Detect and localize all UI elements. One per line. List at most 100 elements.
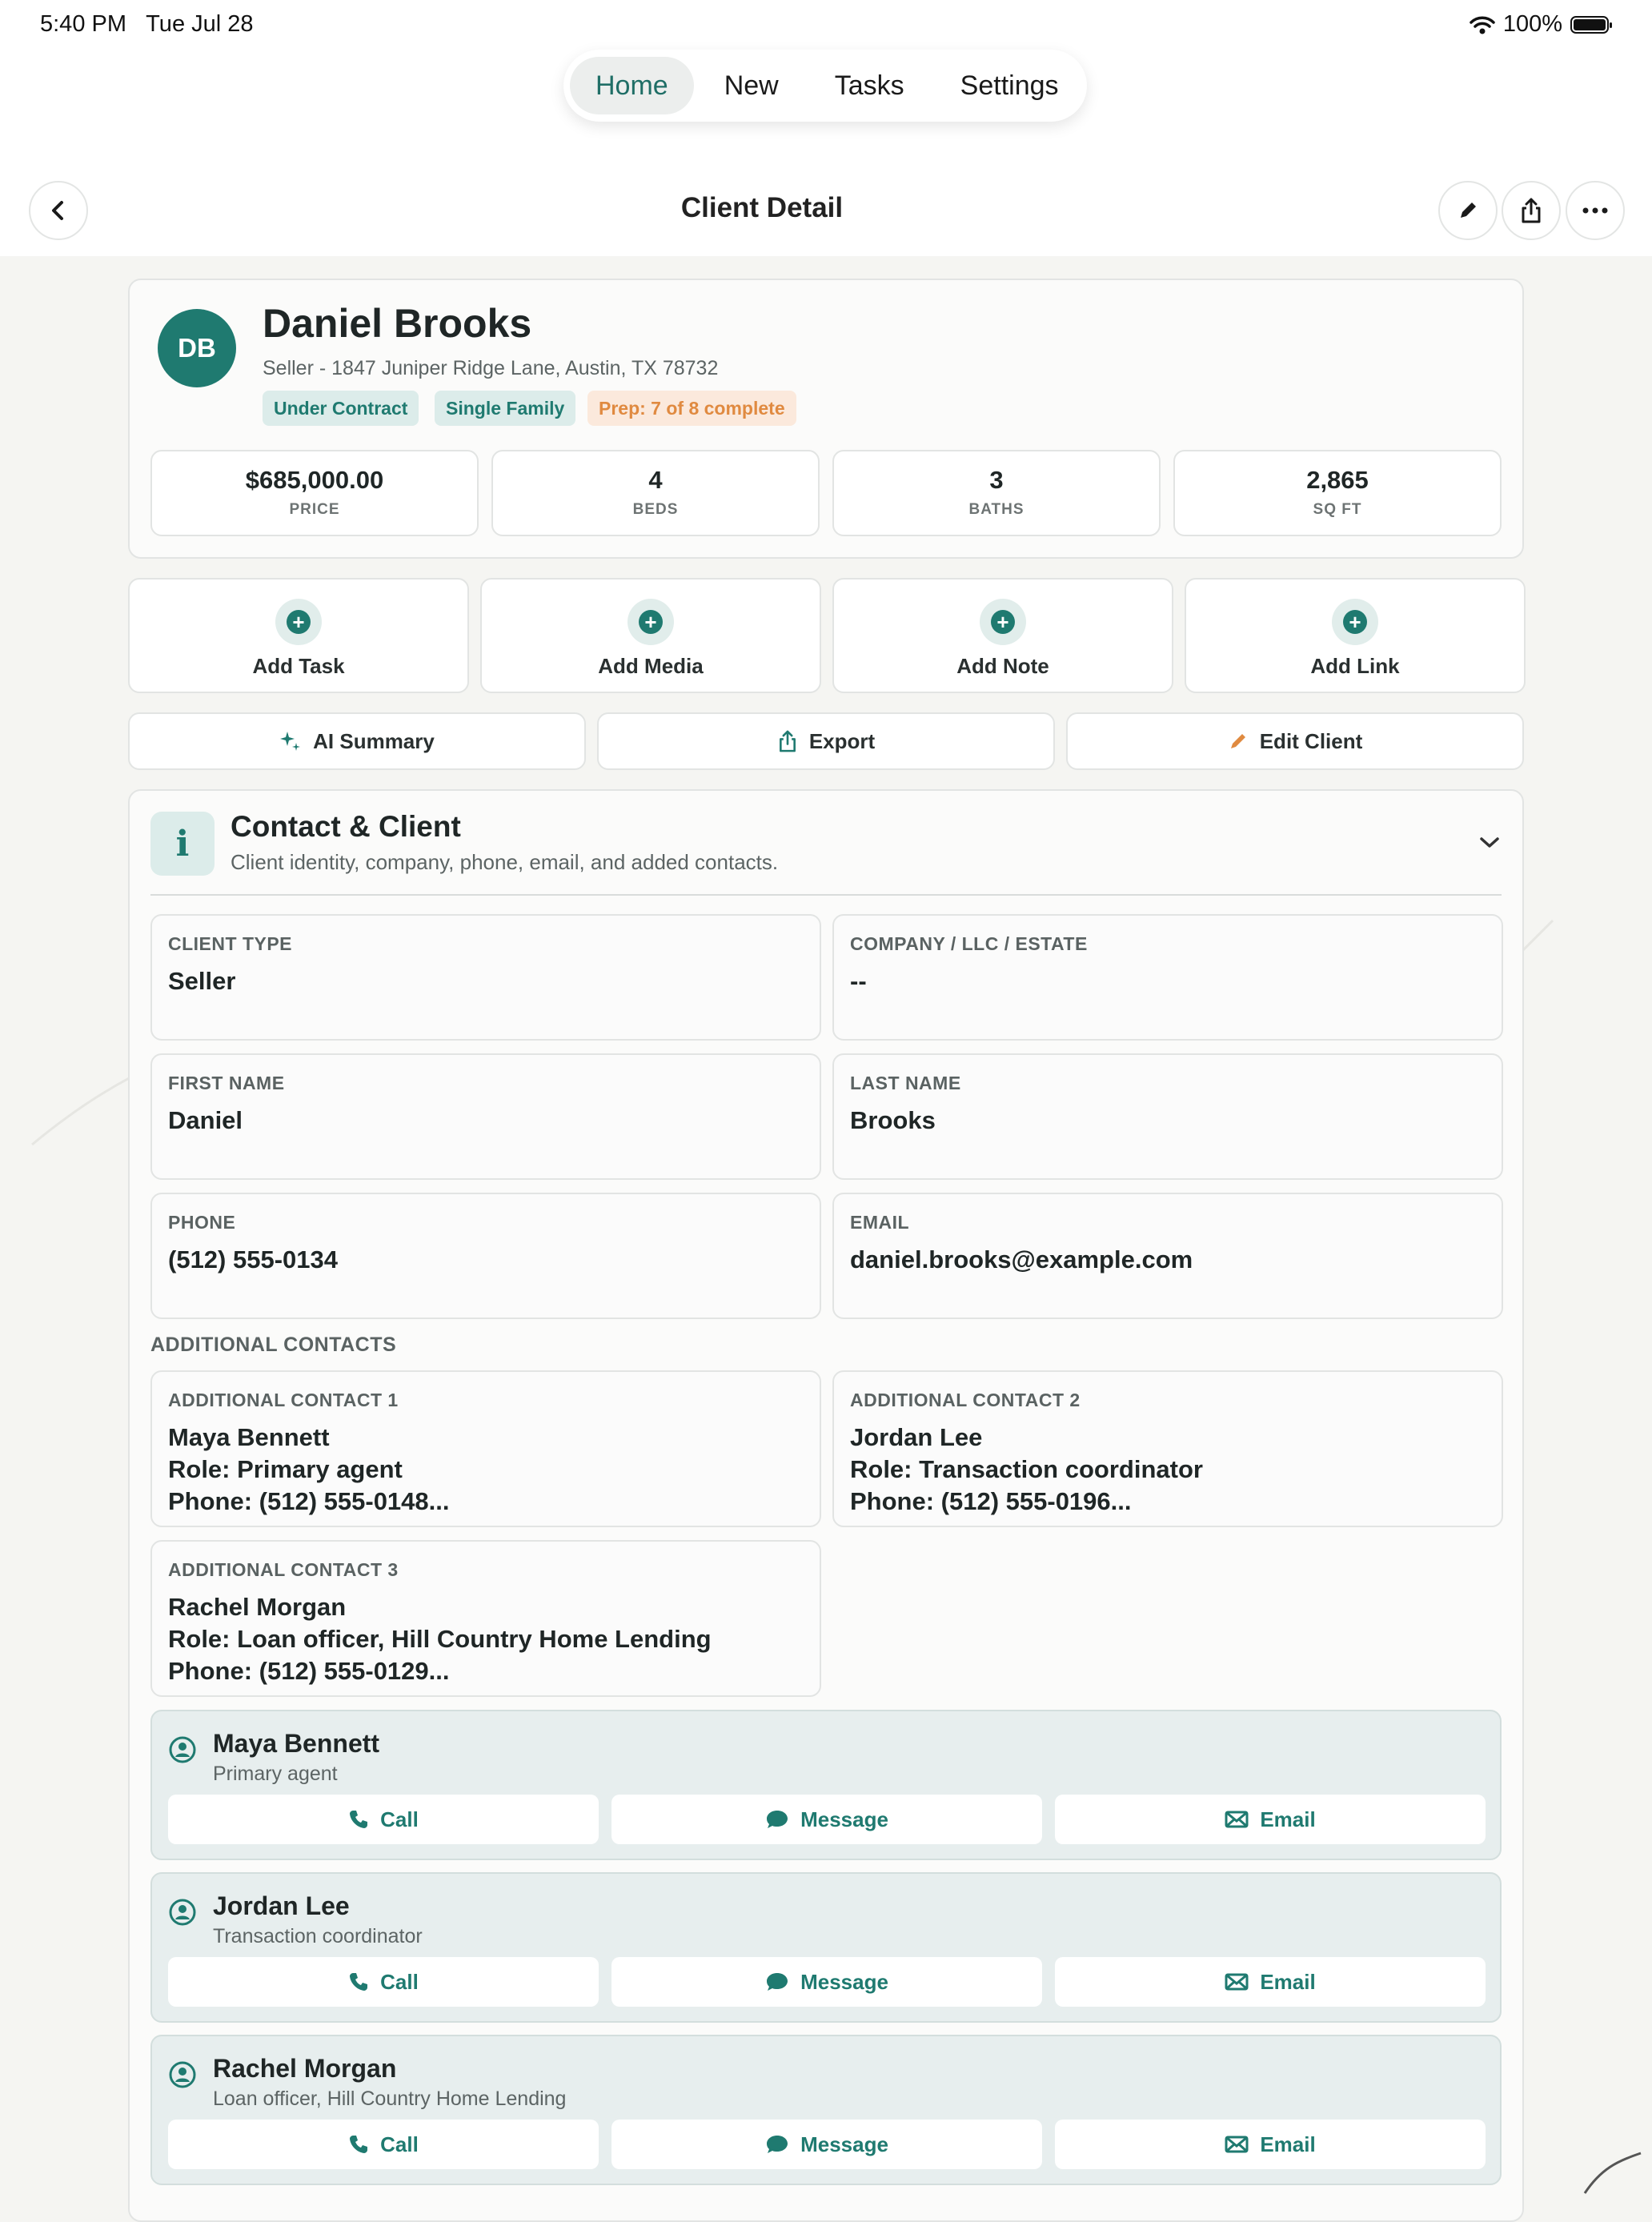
stat-value: $685,000.00 (245, 466, 384, 494)
phone-icon (350, 1811, 368, 1828)
add-link-button[interactable]: + Add Link (1185, 578, 1526, 693)
field-label: LAST NAME (850, 1073, 961, 1093)
add-media-button[interactable]: + Add Media (480, 578, 821, 693)
contact-phone: Phone: (512) 555-0129... (168, 1657, 450, 1685)
action-label: Add Note (956, 654, 1049, 678)
contact-name: Jordan Lee (213, 1891, 350, 1920)
additional-contacts-heading: ADDITIONAL CONTACTS (150, 1334, 397, 1356)
tab-home[interactable]: Home (570, 57, 694, 114)
sparkle-icon (280, 732, 301, 751)
contact-name: Rachel Morgan (213, 2054, 397, 2083)
contact-name: Rachel Morgan (168, 1593, 347, 1621)
contact-card-jordan: Jordan Lee Transaction coordinator Call … (150, 1872, 1502, 2023)
battery-percent: 100% (1502, 11, 1562, 37)
field-value: Seller (168, 967, 236, 995)
top-tab-bar: Home New Tasks Settings (563, 50, 1087, 122)
battery-icon (1570, 15, 1612, 34)
contact-name: Jordan Lee (850, 1423, 983, 1451)
section-title: Contact & Client (231, 810, 461, 843)
field-label: FIRST NAME (168, 1073, 285, 1093)
message-button[interactable]: Message (611, 2120, 1042, 2169)
stat-baths: 3 BATHS (832, 450, 1161, 536)
more-icon (1582, 207, 1608, 214)
field-value: Maya Bennett Role: Primary agent Phone: … (168, 1422, 450, 1518)
person-icon (169, 1736, 196, 1763)
stat-label: BEDS (632, 501, 679, 518)
stat-beds: 4 BEDS (491, 450, 820, 536)
contact-role: Transaction coordinator (213, 1925, 423, 1947)
action-label: Add Media (598, 654, 704, 678)
email-button[interactable]: Email (1055, 1795, 1486, 1844)
field-value: Jordan Lee Role: Transaction coordinator… (850, 1422, 1203, 1518)
stat-sqft: 2,865 SQ FT (1173, 450, 1502, 536)
add-icon: + (980, 599, 1026, 645)
field-label: PHONE (168, 1212, 236, 1233)
field-phone[interactable]: PHONE (512) 555-0134 (150, 1193, 821, 1319)
field-value: Daniel (168, 1106, 243, 1134)
call-button[interactable]: Call (168, 2120, 599, 2169)
edit-client-button[interactable]: Edit Client (1066, 712, 1524, 770)
add-note-button[interactable]: + Add Note (832, 578, 1173, 693)
export-button[interactable]: Export (597, 712, 1055, 770)
message-icon (767, 1811, 788, 1828)
email-button[interactable]: Email (1055, 2120, 1486, 2169)
field-label: ADDITIONAL CONTACT 1 (168, 1390, 399, 1410)
message-icon (767, 1973, 788, 1991)
field-client-type[interactable]: CLIENT TYPE Seller (150, 914, 821, 1041)
wifi-icon (1470, 16, 1495, 34)
tab-new[interactable]: New (699, 57, 804, 114)
call-button[interactable]: Call (168, 1795, 599, 1844)
field-last-name[interactable]: LAST NAME Brooks (832, 1053, 1503, 1180)
contact-phone: Phone: (512) 555-0148... (168, 1487, 450, 1515)
email-button[interactable]: Email (1055, 1957, 1486, 2007)
stat-price: $685,000.00 PRICE (150, 450, 479, 536)
message-button[interactable]: Message (611, 1957, 1042, 2007)
add-icon: + (1332, 599, 1378, 645)
more-button[interactable] (1566, 181, 1625, 240)
contact-role: Role: Primary agent (168, 1455, 403, 1483)
share-button[interactable] (1502, 181, 1561, 240)
info-icon: i (150, 812, 215, 876)
edit-button[interactable] (1438, 181, 1498, 240)
field-first-name[interactable]: FIRST NAME Daniel (150, 1053, 821, 1180)
envelope-icon (1225, 1811, 1249, 1828)
stat-value: 4 (648, 466, 663, 494)
message-icon (767, 2136, 788, 2153)
contact-role: Role: Loan officer, Hill Country Home Le… (168, 1625, 712, 1653)
avatar: DB (158, 309, 236, 387)
add-task-button[interactable]: + Add Task (128, 578, 469, 693)
stat-value: 2,865 (1306, 466, 1369, 494)
field-label: ADDITIONAL CONTACT 2 (850, 1390, 1081, 1410)
additional-contact-3[interactable]: ADDITIONAL CONTACT 3 Rachel Morgan Role:… (150, 1540, 821, 1697)
field-email[interactable]: EMAIL daniel.brooks@example.com (832, 1193, 1503, 1319)
add-icon: + (275, 599, 322, 645)
stat-label: PRICE (289, 501, 340, 518)
tab-settings[interactable]: Settings (935, 57, 1085, 114)
client-subtitle: Seller - 1847 Juniper Ridge Lane, Austin… (263, 357, 719, 379)
add-icon: + (628, 599, 674, 645)
message-button[interactable]: Message (611, 1795, 1042, 1844)
call-button[interactable]: Call (168, 1957, 599, 2007)
section-divider (150, 894, 1502, 896)
edit-icon (1461, 203, 1476, 218)
additional-contact-2[interactable]: ADDITIONAL CONTACT 2 Jordan Lee Role: Tr… (832, 1370, 1503, 1527)
person-icon (169, 1899, 196, 1926)
ai-summary-button[interactable]: AI Summary (128, 712, 586, 770)
phone-icon (350, 2136, 368, 2153)
contact-role: Role: Transaction coordinator (850, 1455, 1203, 1483)
share-icon (1522, 198, 1541, 223)
chevron-down-icon[interactable] (1478, 832, 1502, 852)
field-company[interactable]: COMPANY / LLC / ESTATE -- (832, 914, 1503, 1041)
field-value: (512) 555-0134 (168, 1245, 338, 1273)
stat-label: BATHS (968, 501, 1024, 518)
contact-card-rachel: Rachel Morgan Loan officer, Hill Country… (150, 2035, 1502, 2185)
field-label: EMAIL (850, 1212, 910, 1233)
field-label: COMPANY / LLC / ESTATE (850, 933, 1088, 954)
field-value: daniel.brooks@example.com (850, 1245, 1193, 1273)
tab-tasks[interactable]: Tasks (809, 57, 930, 114)
field-label: CLIENT TYPE (168, 933, 293, 954)
field-label: ADDITIONAL CONTACT 3 (168, 1559, 399, 1580)
contact-name: Maya Bennett (168, 1423, 330, 1451)
action-label: Add Link (1310, 654, 1400, 678)
additional-contact-1[interactable]: ADDITIONAL CONTACT 1 Maya Bennett Role: … (150, 1370, 821, 1527)
